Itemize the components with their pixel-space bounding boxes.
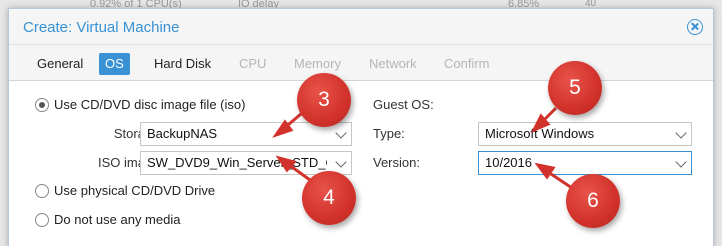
- callout-5: 5: [548, 61, 602, 115]
- callout-3: 3: [297, 73, 351, 127]
- callout-4: 4: [302, 171, 356, 225]
- callout-6: 6: [566, 174, 620, 228]
